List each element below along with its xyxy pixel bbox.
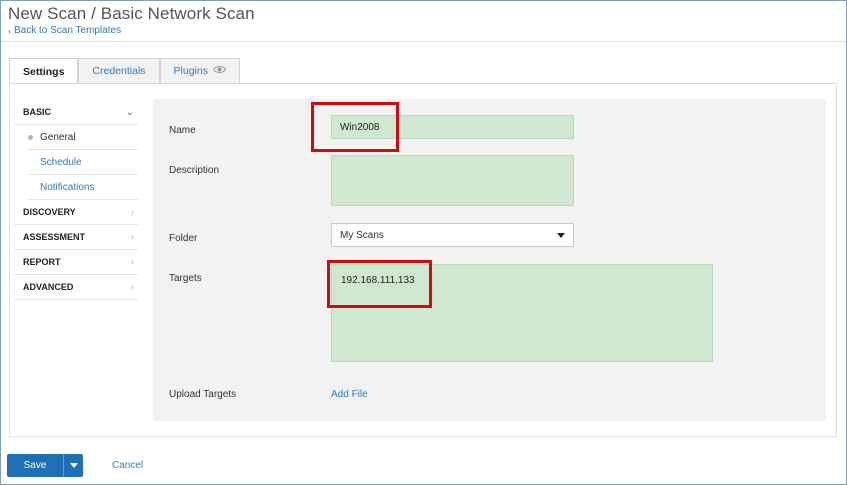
highlight-box-targets	[327, 260, 432, 308]
sidebar-section-report[interactable]: REPORT ›	[14, 250, 138, 275]
upload-targets-label: Upload Targets	[169, 389, 237, 400]
save-dropdown-button[interactable]	[63, 454, 83, 477]
description-input[interactable]	[331, 155, 574, 206]
page-title: New Scan / Basic Network Scan	[8, 4, 255, 23]
sidebar-item-general[interactable]: General	[28, 125, 138, 150]
active-dot-icon	[28, 134, 33, 140]
highlight-box-name	[311, 102, 399, 152]
sidebar-section-label: DISCOVERY	[23, 207, 76, 217]
tab-credentials[interactable]: Credentials	[78, 58, 160, 83]
sidebar-item-notifications[interactable]: Notifications	[28, 175, 138, 200]
sidebar-section-label: ADVANCED	[23, 282, 74, 292]
header-divider	[1, 41, 846, 42]
sidebar-section-discovery[interactable]: DISCOVERY ›	[14, 200, 138, 225]
chevron-down-icon: ⌄	[125, 106, 134, 118]
tab-settings-label: Settings	[23, 65, 65, 78]
description-label: Description	[169, 165, 220, 176]
name-label: Name	[169, 125, 196, 136]
sidebar-section-advanced[interactable]: ADVANCED ›	[14, 275, 138, 300]
tab-credentials-label: Credentials	[92, 65, 146, 77]
sidebar-section-label: ASSESSMENT	[23, 232, 86, 242]
sidebar-item-label: Schedule	[40, 156, 82, 168]
sidebar-section-assessment[interactable]: ASSESSMENT ›	[14, 225, 138, 250]
sidebar-section-basic[interactable]: BASIC ⌄	[14, 100, 138, 125]
back-to-templates-link[interactable]: ‹ Back to Scan Templates	[8, 25, 121, 36]
add-file-link[interactable]: Add File	[331, 389, 368, 400]
chevron-left-icon: ‹	[8, 25, 11, 36]
targets-label: Targets	[169, 273, 202, 284]
tab-bar: Settings Credentials Plugins	[9, 58, 240, 84]
sidebar-item-schedule[interactable]: Schedule	[28, 150, 138, 175]
sidebar-section-label: REPORT	[23, 257, 61, 267]
cancel-button[interactable]: Cancel	[112, 460, 143, 471]
caret-down-icon	[69, 463, 78, 468]
folder-label: Folder	[169, 233, 198, 244]
settings-sidebar: BASIC ⌄ General Schedule Notifications D…	[14, 100, 138, 300]
folder-select-value: My Scans	[340, 229, 384, 241]
sidebar-item-label: General	[40, 131, 76, 143]
back-link-label: Back to Scan Templates	[14, 25, 122, 36]
folder-select[interactable]: My Scans	[331, 223, 574, 247]
sidebar-item-label: Notifications	[40, 181, 95, 193]
chevron-right-icon: ›	[130, 231, 134, 243]
tab-plugins[interactable]: Plugins	[159, 58, 240, 83]
eye-icon	[212, 65, 227, 77]
sidebar-section-label: BASIC	[23, 107, 52, 117]
chevron-right-icon: ›	[130, 281, 134, 293]
save-button[interactable]: Save	[7, 454, 63, 477]
form-area	[153, 99, 826, 421]
save-button-group: Save	[7, 454, 83, 477]
tab-plugins-label: Plugins	[173, 65, 208, 77]
chevron-right-icon: ›	[130, 206, 134, 218]
tab-settings[interactable]: Settings	[9, 58, 79, 84]
caret-down-icon	[557, 232, 565, 238]
chevron-right-icon: ›	[130, 256, 134, 268]
